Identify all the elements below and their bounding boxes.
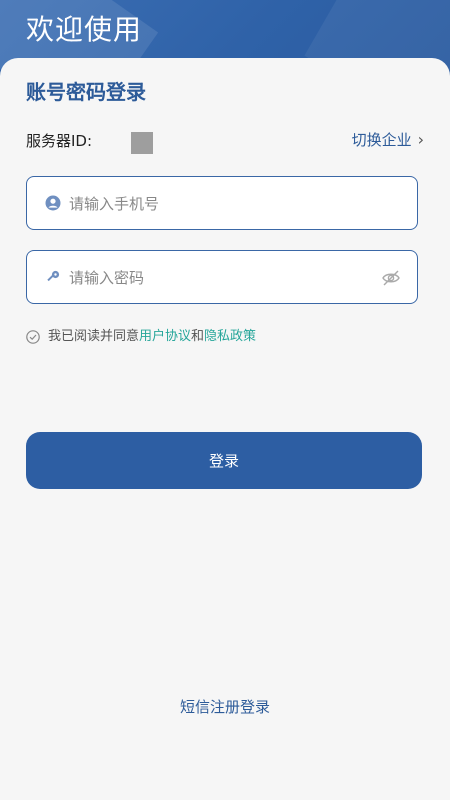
login-screen: 欢迎使用 账号密码登录 服务器ID: 切换企业 › 请输入手机号 我已阅读并同意… xyxy=(0,0,450,800)
login-button[interactable]: 登录 xyxy=(26,432,422,489)
switch-company-label: 切换企业 xyxy=(351,131,412,149)
server-id-label: 服务器ID: xyxy=(26,132,93,150)
user-agreement-link[interactable]: 用户协议 xyxy=(139,329,191,344)
password-input[interactable] xyxy=(67,263,371,293)
login-card: 账号密码登录 服务器ID: 切换企业 › 请输入手机号 我已阅读并同意用户协议和… xyxy=(0,58,450,800)
welcome-title: 欢迎使用 xyxy=(26,13,143,46)
password-field[interactable] xyxy=(26,250,418,304)
switch-company-link[interactable]: 切换企业 › xyxy=(352,129,424,150)
agree-and: 和 xyxy=(191,329,205,344)
agree-prefix: 我已阅读并同意 xyxy=(48,329,140,344)
privacy-policy-link[interactable]: 隐私政策 xyxy=(204,329,256,344)
agreement-row: 我已阅读并同意用户协议和隐私政策 xyxy=(26,325,256,344)
key-icon xyxy=(47,270,60,282)
sms-login-link[interactable]: 短信注册登录 xyxy=(0,696,450,717)
phone-input[interactable] xyxy=(67,189,371,219)
section-title: 账号密码登录 xyxy=(26,80,146,104)
chevron-right-icon: › xyxy=(417,130,424,149)
eye-off-icon[interactable] xyxy=(381,268,401,288)
phone-field[interactable] xyxy=(26,176,418,230)
check-circle-icon[interactable] xyxy=(26,329,40,344)
user-icon xyxy=(45,195,61,211)
server-id-value xyxy=(131,132,153,154)
